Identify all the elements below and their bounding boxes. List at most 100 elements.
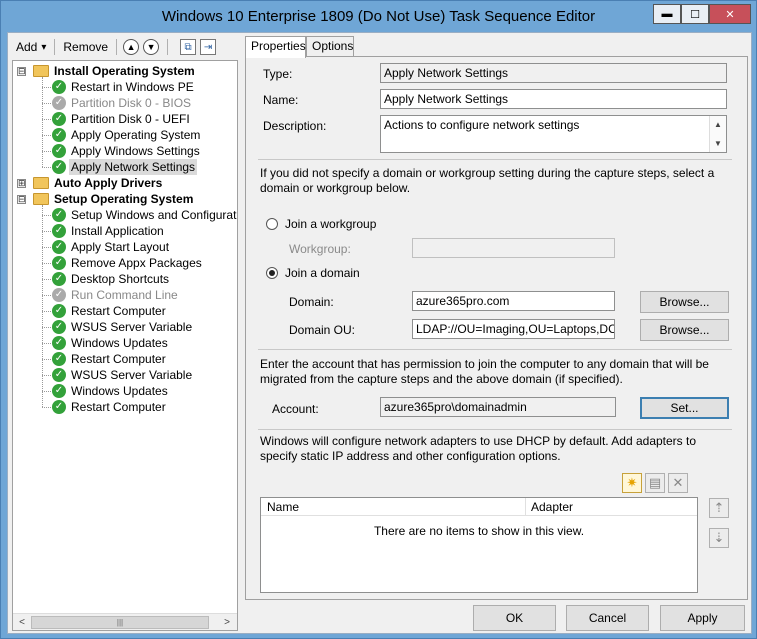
tree-group[interactable]: ⊞ Auto Apply Drivers <box>13 175 237 191</box>
domain-label: Domain: <box>289 295 334 309</box>
expander-icon[interactable]: ⊟ <box>17 195 26 204</box>
tree-step-label: Setup Windows and Configuration <box>71 208 238 222</box>
join-workgroup-label[interactable]: Join a workgroup <box>285 217 376 231</box>
scroll-down-icon[interactable]: ▼ <box>710 135 726 152</box>
check-icon: ✓ <box>52 224 66 238</box>
expander-icon[interactable]: ⊟ <box>17 67 26 76</box>
tree-step-label: Restart Computer <box>71 400 166 414</box>
domain-field[interactable]: azure365pro.com <box>412 291 615 311</box>
section-divider <box>258 349 732 350</box>
adapters-list-header: Name Adapter <box>261 498 697 516</box>
tab-properties[interactable]: Properties <box>245 36 306 58</box>
check-icon: ✓ <box>52 400 66 414</box>
adapter-properties-icon[interactable]: ▤ <box>645 473 665 493</box>
scroll-up-icon[interactable]: ▲ <box>710 116 726 133</box>
tree-group-label: Auto Apply Drivers <box>54 176 163 190</box>
tree-step-label: Run Command Line <box>71 288 178 302</box>
section-divider <box>258 429 732 430</box>
check-icon: ✓ <box>52 128 66 142</box>
tree-step-label: Apply Network Settings <box>69 159 198 175</box>
copy-icon[interactable]: ⧉ <box>180 39 197 55</box>
tree-connector <box>42 247 51 248</box>
scroll-left-icon[interactable]: < <box>14 615 30 630</box>
tree-step-label: WSUS Server Variable <box>71 320 193 334</box>
type-label: Type: <box>263 67 293 81</box>
tree-connector <box>42 359 51 360</box>
paste-icon[interactable]: ⇥ <box>200 39 217 55</box>
minimize-button[interactable]: ▬ <box>653 4 681 24</box>
name-field[interactable]: Apply Network Settings <box>380 89 727 109</box>
folder-icon <box>33 193 49 205</box>
scrollbar-thumb[interactable]: ||| <box>31 616 209 629</box>
tree-connector <box>42 231 51 232</box>
join-domain-label[interactable]: Join a domain <box>285 266 360 280</box>
tree-step-label: Restart Computer <box>71 352 166 366</box>
add-label: Add <box>16 40 38 54</box>
tree-connector <box>42 295 51 296</box>
move-up-icon[interactable]: ▲ <box>123 39 140 55</box>
move-adapter-up-icon[interactable]: ⇡ <box>709 498 729 518</box>
add-menu-button[interactable]: Add ▾ <box>12 40 50 54</box>
close-button[interactable]: ✕ <box>709 4 751 24</box>
name-label: Name: <box>263 93 299 107</box>
join-workgroup-radio[interactable] <box>266 218 278 230</box>
column-header-name[interactable]: Name <box>261 498 299 516</box>
check-icon: ✓ <box>52 320 66 334</box>
tree-connector <box>42 103 51 104</box>
move-adapter-down-icon[interactable]: ⇣ <box>709 528 729 548</box>
window-title: Windows 10 Enterprise 1809 (Do Not Use) … <box>161 8 596 25</box>
check-icon: ✓ <box>52 80 66 94</box>
section-divider <box>258 159 732 160</box>
expander-icon[interactable]: ⊞ <box>17 179 26 188</box>
check-icon: ✓ <box>52 160 66 174</box>
join-domain-radio[interactable] <box>266 267 278 279</box>
properties-panel: Type: Apply Network Settings Name: Apply… <box>245 56 748 600</box>
remove-button[interactable]: Remove <box>59 40 112 54</box>
tree-step-label: Windows Updates <box>71 336 168 350</box>
ok-button[interactable]: OK <box>473 605 556 631</box>
domain-ou-label: Domain OU: <box>289 323 356 337</box>
tab-options[interactable]: Options <box>306 36 354 56</box>
task-sequence-tree[interactable]: ⊟ Install Operating System ✓ Restart in Win… <box>12 60 238 631</box>
move-down-icon[interactable]: ▼ <box>143 39 160 55</box>
tree-nodes: ⊟ Install Operating System ✓ Restart in Win… <box>13 63 238 415</box>
tree-step-label: Desktop Shortcuts <box>71 272 170 286</box>
tree-connector <box>42 77 43 167</box>
tree-connector <box>42 167 51 168</box>
tree-horizontal-scrollbar[interactable]: < ||| > <box>13 613 237 630</box>
domain-ou-field[interactable]: LDAP://OU=Imaging,OU=Laptops,DC=azi <box>412 319 615 339</box>
tree-connector <box>42 135 51 136</box>
check-icon: ✓ <box>52 112 66 126</box>
add-adapter-icon[interactable]: ✷ <box>622 473 642 493</box>
set-account-button[interactable]: Set... <box>640 397 729 419</box>
check-icon: ✓ <box>52 304 66 318</box>
adapters-list[interactable]: Name Adapter There are no items to show … <box>260 497 698 593</box>
check-icon: ✓ <box>52 272 66 286</box>
apply-button[interactable]: Apply <box>660 605 745 631</box>
minimize-icon: ▬ <box>661 8 673 20</box>
column-header-adapter[interactable]: Adapter <box>525 498 573 516</box>
toolbar-divider <box>116 39 118 55</box>
delete-adapter-icon[interactable]: ✕ <box>668 473 688 493</box>
description-scrollbar[interactable]: ▲ ▼ <box>709 116 726 152</box>
tree-group[interactable]: ⊟ Setup Operating System <box>13 191 237 207</box>
check-icon: ✓ <box>52 384 66 398</box>
check-icon: ✓ <box>52 96 66 110</box>
toolbar-divider <box>54 39 56 55</box>
tree-connector <box>42 343 51 344</box>
tree-connector <box>42 279 51 280</box>
tree-group[interactable]: ⊟ Install Operating System <box>13 63 237 79</box>
tree-step-label: Partition Disk 0 - BIOS <box>71 96 192 110</box>
maximize-button[interactable]: ☐ <box>681 4 709 24</box>
tree-group-label: Setup Operating System <box>54 192 194 206</box>
tree-step-label: Apply Start Layout <box>71 240 170 254</box>
title-bar[interactable]: Windows 10 Enterprise 1809 (Do Not Use) … <box>1 1 756 33</box>
cancel-button[interactable]: Cancel <box>566 605 649 631</box>
description-field[interactable]: Actions to configure network settings ▲ … <box>380 115 727 153</box>
tree-connector <box>42 391 51 392</box>
domain-ou-browse-button[interactable]: Browse... <box>640 319 729 341</box>
tree-step-label: Apply Windows Settings <box>71 144 200 158</box>
tree-connector <box>42 87 51 88</box>
domain-browse-button[interactable]: Browse... <box>640 291 729 313</box>
scroll-right-icon[interactable]: > <box>219 615 235 630</box>
